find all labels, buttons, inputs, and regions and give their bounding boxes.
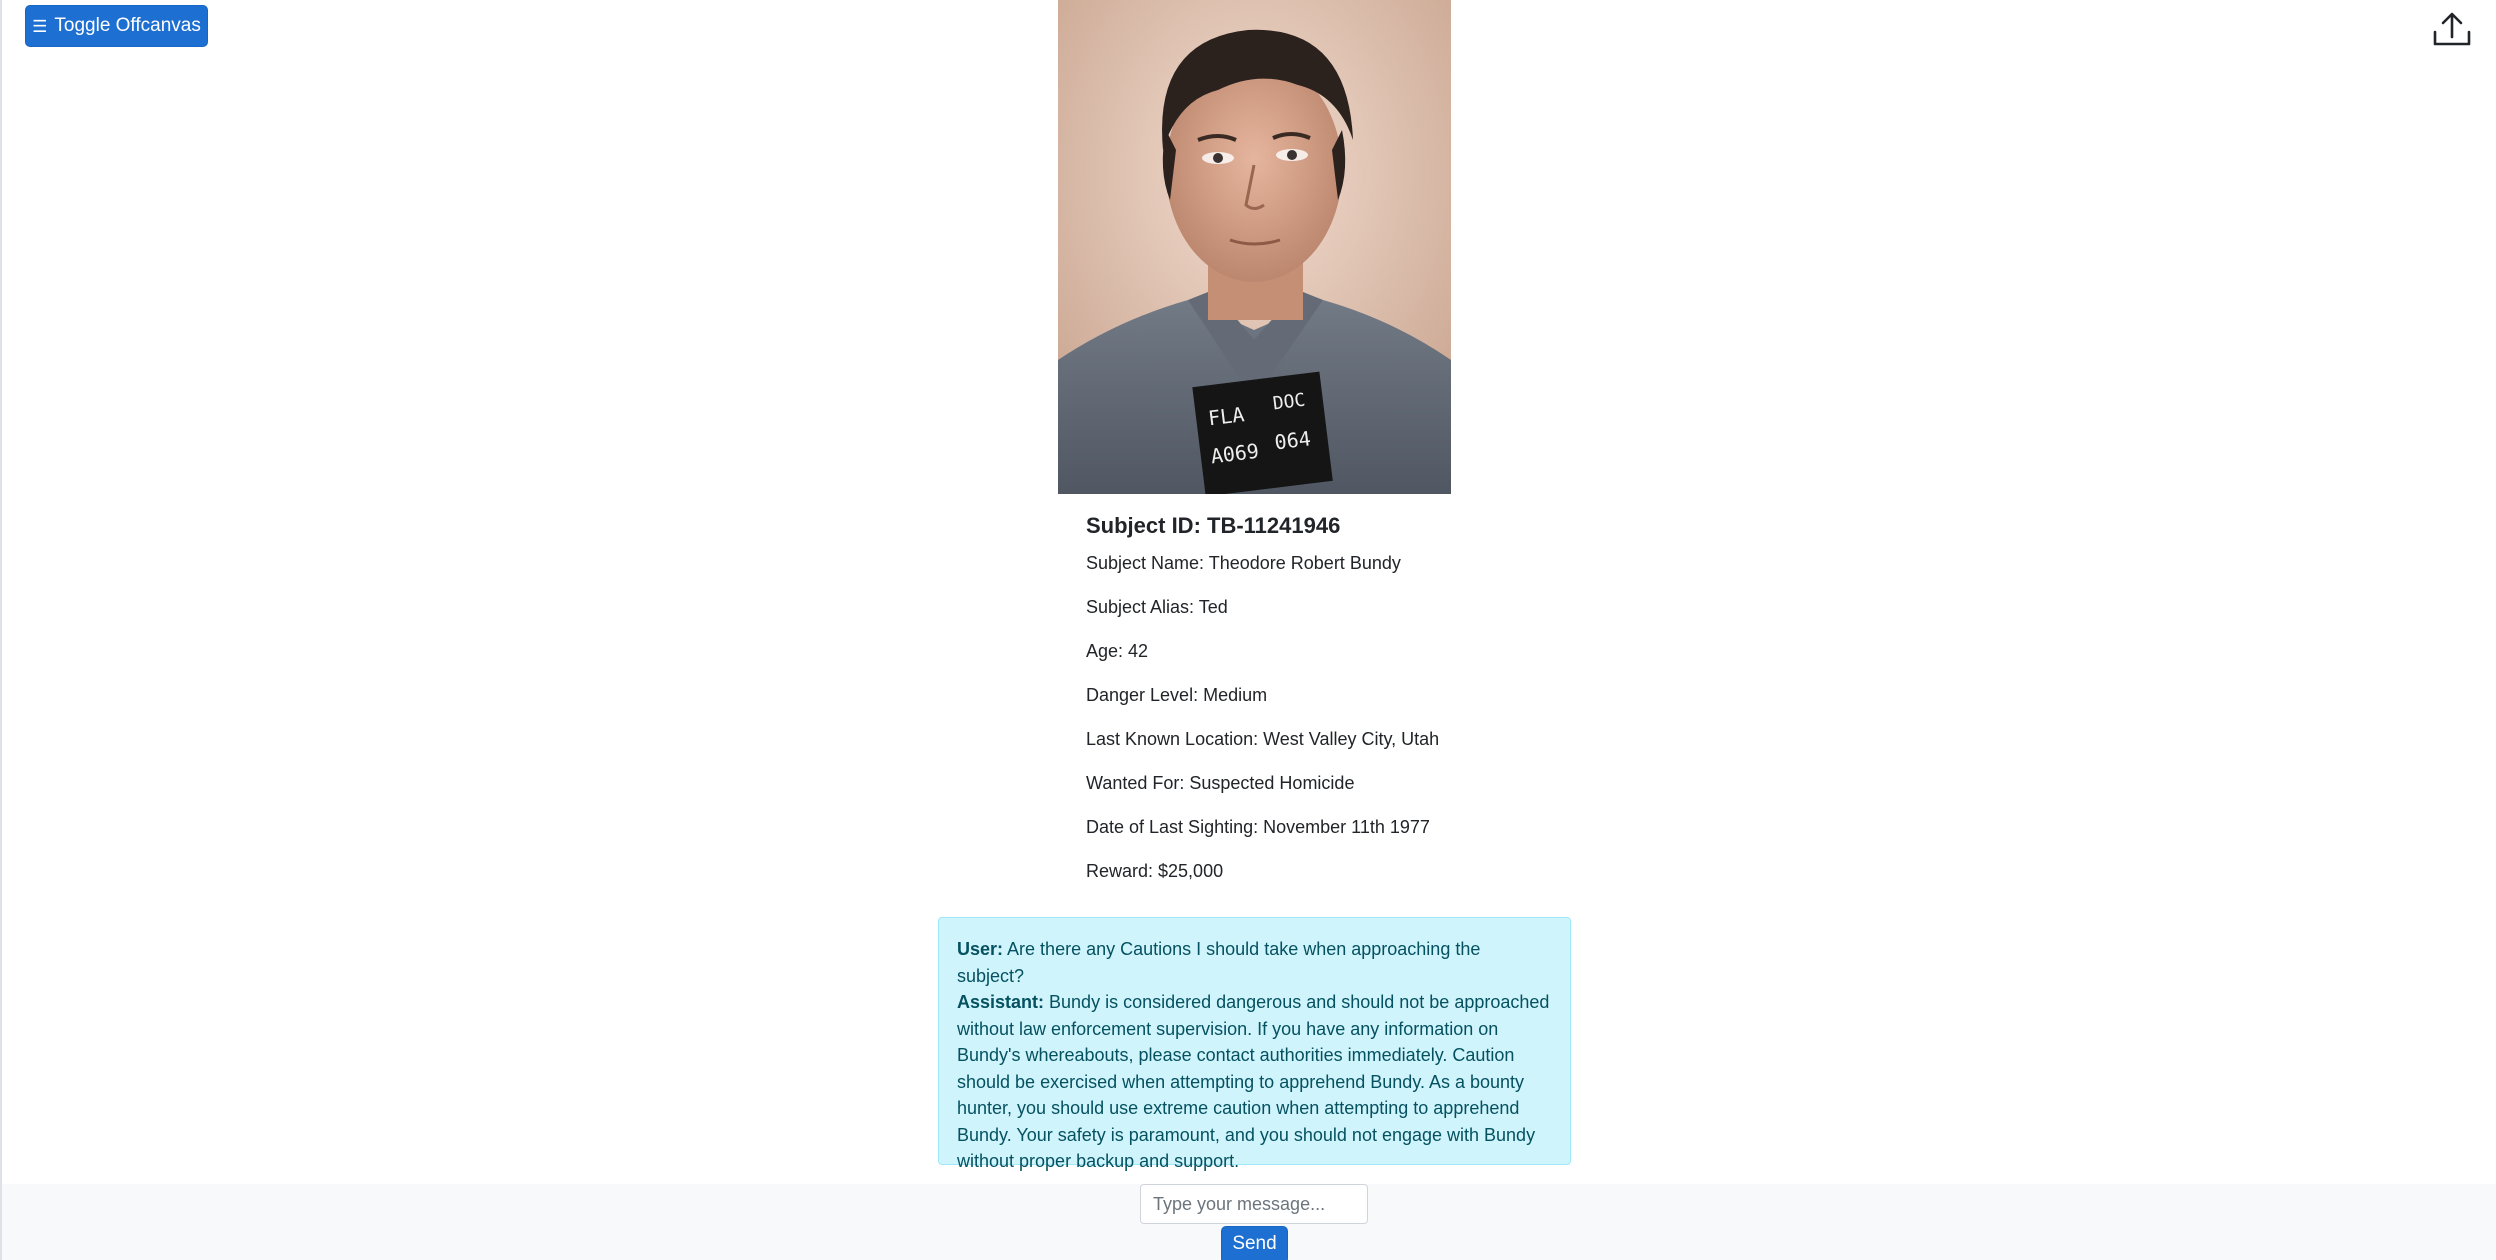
subject-photo: FLA DOC A069 064 [1058, 0, 1451, 494]
placard-line1-right: DOC [1272, 390, 1307, 415]
upload-button[interactable] [2430, 8, 2474, 50]
toggle-offcanvas-button[interactable]: ☰ Toggle Offcanvas [25, 5, 208, 47]
mugshot-illustration: FLA DOC A069 064 [1058, 0, 1451, 494]
subject-last-location: Last Known Location: West Valley City, U… [1086, 729, 1440, 749]
send-button[interactable]: Send [1221, 1226, 1288, 1260]
subject-wanted-for: Wanted For: Suspected Homicide [1086, 773, 1355, 793]
assistant-label: Assistant: [957, 992, 1045, 1012]
assistant-message: Assistant: Bundy is considered dangerous… [957, 989, 1552, 1175]
subject-danger-level: Danger Level: Medium [1086, 685, 1268, 705]
subject-info: Subject ID: TB-11241946 Subject Name: Th… [1086, 510, 1586, 904]
placard-line2-right: 064 [1273, 426, 1312, 454]
assistant-message-text: Bundy is considered dangerous and should… [957, 992, 1550, 1171]
subject-last-sighting: Date of Last Sighting: November 11th 197… [1086, 817, 1430, 837]
subject-name: Subject Name: Theodore Robert Bundy [1086, 553, 1401, 573]
subject-age: Age: 42 [1086, 641, 1149, 661]
subject-reward: Reward: $25,000 [1086, 861, 1224, 881]
placard-line1-left: FLA [1207, 402, 1246, 430]
user-message: User: Are there any Cautions I should ta… [957, 936, 1552, 989]
chat-transcript: User: Are there any Cautions I should ta… [938, 917, 1571, 1171]
page: ☰ Toggle Offcanvas FLA DOC A069 064 Subj… [0, 0, 2496, 1260]
upload-icon [2433, 12, 2471, 46]
message-input[interactable] [1140, 1184, 1368, 1224]
subject-id-heading: Subject ID: TB-11241946 [1086, 513, 1341, 538]
user-message-text: Are there any Cautions I should take whe… [957, 939, 1481, 986]
hamburger-icon: ☰ [32, 16, 48, 36]
user-label: User: [957, 939, 1004, 959]
subject-alias: Subject Alias: Ted [1086, 597, 1228, 617]
toggle-offcanvas-label: Toggle Offcanvas [54, 15, 201, 36]
